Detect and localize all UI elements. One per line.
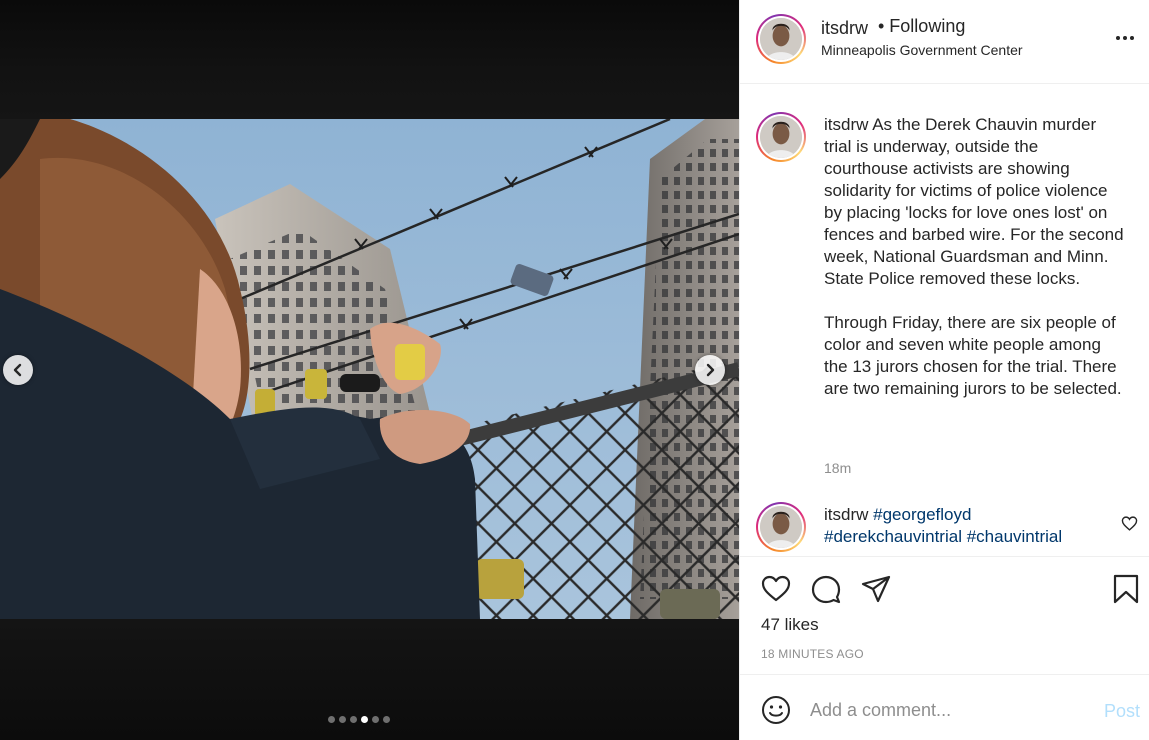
post-comment-button[interactable]: Post	[1104, 701, 1140, 722]
carousel-dot	[372, 716, 379, 723]
comment-username[interactable]: itsdrw	[824, 505, 868, 524]
comment-bubble-icon[interactable]	[810, 573, 842, 605]
caption-username[interactable]: itsdrw	[824, 115, 868, 134]
next-photo-button[interactable]	[695, 355, 725, 385]
avatar[interactable]	[756, 112, 806, 162]
media-background-top	[0, 0, 739, 119]
avatar-image	[760, 18, 802, 60]
bookmark-icon[interactable]	[1110, 573, 1142, 605]
post-timestamp[interactable]: 18 MINUTES AGO	[761, 647, 864, 661]
avatar-image	[760, 116, 802, 158]
avatar[interactable]	[756, 502, 806, 552]
previous-photo-button[interactable]	[3, 355, 33, 385]
hashtag-link[interactable]: #chauvintrial	[967, 527, 1062, 546]
location-link[interactable]: Minneapolis Government Center	[821, 42, 1023, 58]
hashtag-link[interactable]: #derekchauvintrial	[824, 527, 962, 546]
hashtag-link[interactable]: #georgefloyd	[873, 505, 971, 524]
media-viewer	[0, 0, 739, 740]
post-details-panel: itsdrw • Following Minneapolis Governmen…	[739, 0, 1149, 740]
avatar-image	[760, 506, 802, 548]
caption-text: itsdrw As the Derek Chauvin murder trial…	[824, 114, 1124, 400]
comment-like-heart-icon[interactable]	[1121, 515, 1138, 532]
post-photo	[0, 119, 739, 619]
more-options-icon[interactable]	[1116, 30, 1138, 46]
post-header: itsdrw • Following Minneapolis Governmen…	[740, 0, 1149, 84]
smiley-icon[interactable]	[761, 695, 791, 725]
chevron-right-icon	[706, 363, 715, 377]
heart-icon[interactable]	[760, 573, 792, 605]
carousel-dot	[383, 716, 390, 723]
carousel-dot	[339, 716, 346, 723]
likes-count[interactable]: 47 likes	[761, 615, 819, 635]
caption-paragraph-1: As the Derek Chauvin murder trial is und…	[824, 115, 1124, 288]
comment-text: itsdrw #georgefloyd #derekchauvintrial #…	[824, 504, 1104, 548]
paper-plane-icon[interactable]	[860, 573, 892, 605]
caption-timestamp[interactable]: 18m	[824, 460, 851, 476]
carousel-dot	[361, 716, 368, 723]
following-button[interactable]: • Following	[878, 16, 965, 37]
carousel-dot	[328, 716, 335, 723]
post-actions: 47 likes 18 MINUTES AGO	[740, 556, 1149, 674]
caption-paragraph-2: Through Friday, there are six people of …	[824, 313, 1122, 398]
username-link[interactable]: itsdrw	[821, 18, 868, 39]
carousel-dot	[350, 716, 357, 723]
avatar[interactable]	[756, 14, 806, 64]
chevron-left-icon	[13, 363, 22, 377]
add-comment-input[interactable]	[810, 697, 1080, 723]
comments-list: itsdrw As the Derek Chauvin murder trial…	[740, 85, 1149, 556]
add-comment-bar: Post	[740, 674, 1149, 740]
carousel-indicator	[328, 716, 390, 723]
